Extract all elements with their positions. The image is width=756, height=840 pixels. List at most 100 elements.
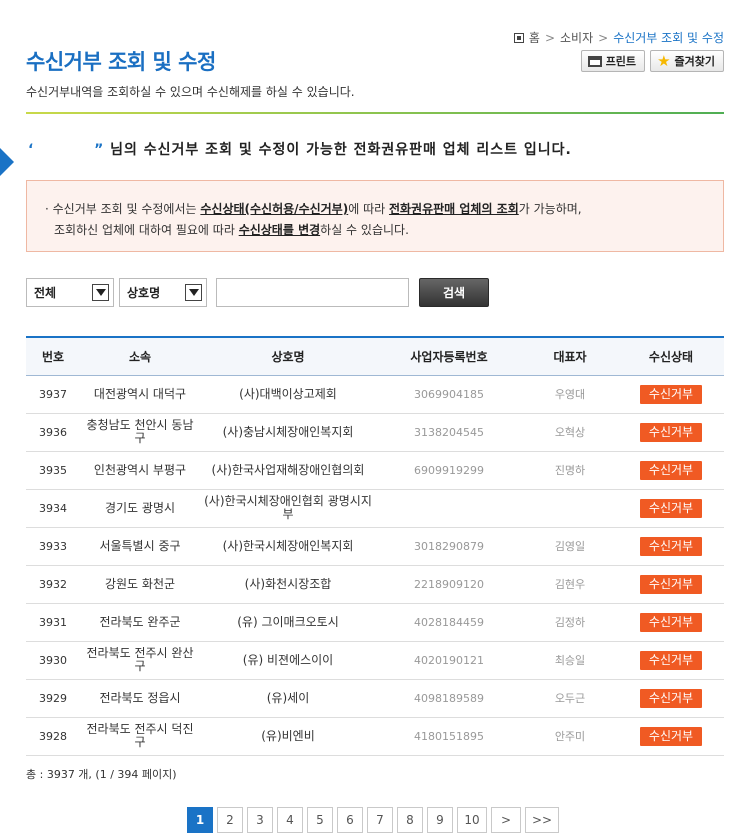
- cell-region: 서울특별시 중구: [80, 527, 200, 566]
- table-row: 3931 전라북도 완주군 (유) 그이매크오토시 4028184459 김정하…: [26, 603, 724, 642]
- page-9-button[interactable]: 9: [427, 807, 453, 833]
- search-bar: 전체 상호명 검색: [26, 278, 489, 307]
- status-button[interactable]: 수신거부: [640, 612, 702, 632]
- next-page-button[interactable]: >: [491, 807, 521, 833]
- chevron-right-icon: >: [598, 30, 609, 45]
- last-page-button[interactable]: >>: [525, 807, 559, 833]
- status-button[interactable]: 수신거부: [640, 536, 702, 556]
- cell-business-number: 4180151895: [376, 717, 522, 756]
- result-summary: 총 : 3937 개, (1 / 394 페이지): [26, 768, 177, 781]
- status-button[interactable]: 수신거부: [640, 498, 702, 518]
- table-header-row: 번호 소속 상호명 사업자등록번호 대표자 수신상태: [26, 337, 724, 376]
- cell-number: 3931: [26, 603, 80, 642]
- company-table: 번호 소속 상호명 사업자등록번호 대표자 수신상태 3937 대전광역시 대덕…: [26, 336, 724, 756]
- home-icon[interactable]: [513, 32, 524, 43]
- lead-open-quote: ‘: [28, 142, 35, 158]
- notice-text: 조회하신 업체에 대하여 필요에 따라: [54, 223, 239, 237]
- cell-business-number: 4028184459: [376, 603, 522, 642]
- status-button[interactable]: 수신거부: [640, 650, 702, 670]
- page-title: 수신거부 조회 및 수정: [26, 50, 216, 74]
- cell-status: 수신거부: [618, 451, 724, 490]
- toolbar: 프린트 ★ 즐겨찾기: [580, 50, 724, 72]
- cell-business-number: [376, 489, 522, 528]
- chevron-down-icon: [185, 284, 202, 301]
- favorite-button[interactable]: ★ 즐겨찾기: [650, 50, 724, 72]
- page-8-button[interactable]: 8: [397, 807, 423, 833]
- cell-company: (사)한국시체장애인협회 광명시지부: [200, 489, 376, 528]
- cell-representative: 김정하: [522, 603, 618, 642]
- lead-text: ‘ ” 님의 수신거부 조회 및 수정이 가능한 전화권유판매 업체 리스트 입…: [28, 139, 572, 159]
- cell-representative: 오혁상: [522, 413, 618, 452]
- notice-emphasis: 수신상태(수신허용/수신거부): [200, 202, 349, 216]
- cell-region: 전라북도 정읍시: [80, 679, 200, 718]
- status-button[interactable]: 수신거부: [640, 460, 702, 480]
- table-row: 3928 전라북도 전주시 덕진구 (유)비엔비 4180151895 안주미 …: [26, 717, 724, 756]
- star-icon: ★: [657, 51, 671, 70]
- notice-box: · 수신거부 조회 및 수정에서는 수신상태(수신허용/수신거부)에 따라 전화…: [26, 180, 724, 252]
- notice-text: 에 따라: [348, 202, 389, 216]
- table-row: 3933 서울특별시 중구 (사)한국시체장애인복지회 3018290879 김…: [26, 527, 724, 566]
- status-button[interactable]: 수신거부: [640, 726, 702, 746]
- cell-company: (사)화천시장조합: [200, 565, 376, 604]
- header-region: 소속: [80, 337, 200, 376]
- cell-business-number: 3069904185: [376, 375, 522, 414]
- printer-icon: [587, 55, 602, 67]
- arrow-marker-icon: [0, 148, 14, 176]
- page-description: 수신거부내역을 조회하실 수 있으며 수신해제를 하실 수 있습니다.: [26, 85, 355, 99]
- cell-business-number: 4098189589: [376, 679, 522, 718]
- page-1-button[interactable]: 1: [187, 807, 213, 833]
- chevron-down-icon: [92, 284, 109, 301]
- cell-business-number: 6909919299: [376, 451, 522, 490]
- chevron-right-icon: >: [544, 30, 555, 45]
- search-button[interactable]: 검색: [419, 278, 489, 307]
- cell-number: 3932: [26, 565, 80, 604]
- cell-company: (유)비엔비: [200, 717, 376, 756]
- breadcrumb-home[interactable]: 홈: [529, 29, 540, 46]
- cell-company: (유) 그이매크오토시: [200, 603, 376, 642]
- breadcrumb-current: 수신거부 조회 및 수정: [613, 31, 724, 45]
- page-6-button[interactable]: 6: [337, 807, 363, 833]
- page-3-button[interactable]: 3: [247, 807, 273, 833]
- notice-line-2: 조회하신 업체에 대하여 필요에 따라 수신상태를 변경하실 수 있습니다.: [45, 220, 705, 241]
- cell-company: (사)대백이상고제회: [200, 375, 376, 414]
- breadcrumb-consumer[interactable]: 소비자: [560, 29, 593, 46]
- print-label: 프린트: [605, 55, 637, 68]
- cell-status: 수신거부: [618, 565, 724, 604]
- page-7-button[interactable]: 7: [367, 807, 393, 833]
- title-divider: [26, 112, 724, 114]
- page-10-button[interactable]: 10: [457, 807, 487, 833]
- cell-number: 3933: [26, 527, 80, 566]
- cell-status: 수신거부: [618, 375, 724, 414]
- table-row: 3932 강원도 화천군 (사)화천시장조합 2218909120 김현우 수신…: [26, 565, 724, 604]
- cell-business-number: 4020190121: [376, 641, 522, 680]
- field-select[interactable]: 상호명: [119, 278, 207, 307]
- page-2-button[interactable]: 2: [217, 807, 243, 833]
- status-button[interactable]: 수신거부: [640, 384, 702, 404]
- page-5-button[interactable]: 5: [307, 807, 333, 833]
- cell-representative: [522, 489, 618, 528]
- cell-status: 수신거부: [618, 641, 724, 680]
- cell-region: 전라북도 전주시 덕진구: [80, 717, 200, 756]
- pagination: 1 2 3 4 5 6 7 8 9 10 > >>: [187, 807, 559, 833]
- table-row: 3937 대전광역시 대덕구 (사)대백이상고제회 3069904185 우영대…: [26, 375, 724, 414]
- field-select-value: 상호명: [127, 286, 161, 300]
- notice-line-1: · 수신거부 조회 및 수정에서는 수신상태(수신허용/수신거부)에 따라 전화…: [45, 199, 705, 220]
- cell-number: 3928: [26, 717, 80, 756]
- cell-company: (사)한국사업재해장애인협의회: [200, 451, 376, 490]
- cell-region: 강원도 화천군: [80, 565, 200, 604]
- print-button[interactable]: 프린트: [580, 50, 646, 72]
- cell-business-number: 3018290879: [376, 527, 522, 566]
- notice-emphasis: 전화권유판매 업체의 조회: [388, 202, 519, 216]
- header-representative: 대표자: [522, 337, 618, 376]
- notice-text: 가 가능하며,: [518, 202, 582, 216]
- status-button[interactable]: 수신거부: [640, 422, 702, 442]
- lead-message: 님의 수신거부 조회 및 수정이 가능한 전화권유판매 업체 리스트 입니다.: [110, 142, 572, 158]
- cell-status: 수신거부: [618, 717, 724, 756]
- status-button[interactable]: 수신거부: [640, 688, 702, 708]
- search-input[interactable]: [216, 278, 409, 307]
- cell-number: 3930: [26, 641, 80, 680]
- category-select[interactable]: 전체: [26, 278, 114, 307]
- cell-representative: 진명하: [522, 451, 618, 490]
- status-button[interactable]: 수신거부: [640, 574, 702, 594]
- page-4-button[interactable]: 4: [277, 807, 303, 833]
